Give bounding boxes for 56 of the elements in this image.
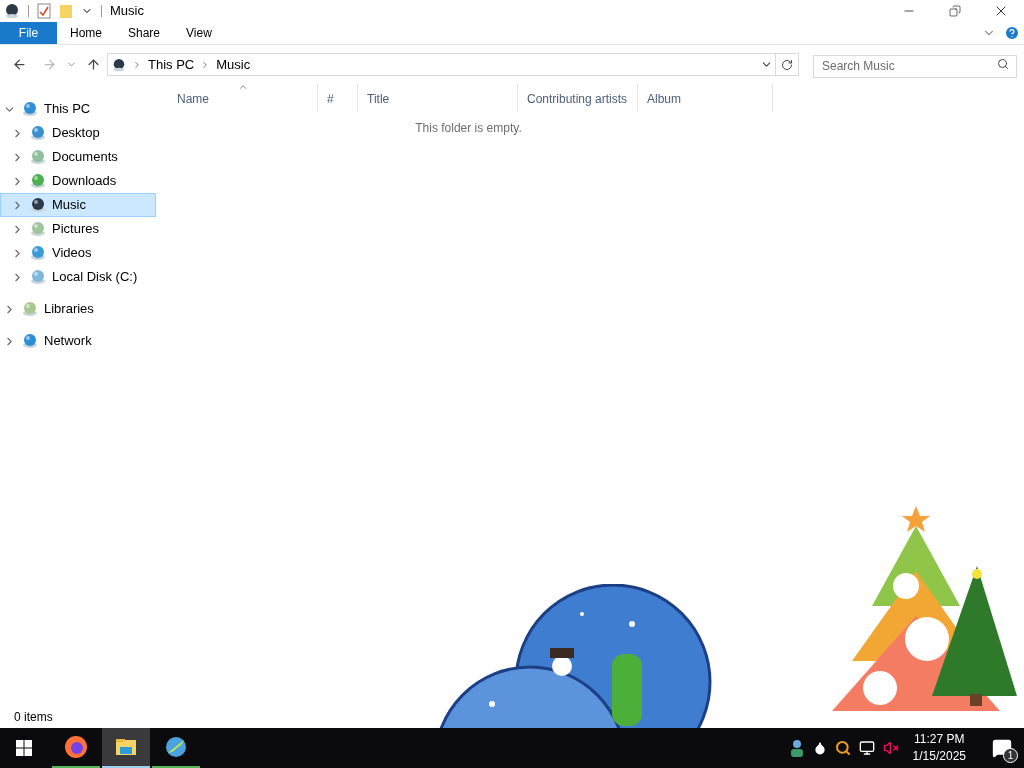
help-icon[interactable] xyxy=(1004,25,1020,41)
empty-folder-message: This folder is empty. xyxy=(415,120,522,137)
tree-item[interactable]: Documents xyxy=(0,145,156,169)
fox-browser-icon xyxy=(64,735,88,759)
breadcrumb-separator-icon xyxy=(132,59,142,70)
ribbon-tab[interactable]: Share xyxy=(115,22,174,44)
notification-count-badge: 1 xyxy=(1003,748,1018,763)
tree-item[interactable]: Desktop xyxy=(0,121,156,145)
music-folder-icon[interactable] xyxy=(4,3,20,19)
folder-globe-icon xyxy=(22,101,38,117)
folder-globe-icon xyxy=(30,125,46,141)
window-title: Music xyxy=(110,2,144,21)
tree-item[interactable]: Libraries xyxy=(0,297,156,321)
tree-item[interactable]: This PC xyxy=(0,97,156,121)
search-field[interactable]: Search Music xyxy=(813,54,1017,78)
folder-globe-icon xyxy=(30,197,46,213)
folder-globe-icon xyxy=(30,173,46,189)
folder-globe-icon xyxy=(30,245,46,261)
column-header[interactable]: Contributing artists xyxy=(518,84,638,112)
column-header[interactable]: Title xyxy=(358,84,518,112)
muted-speaker-icon[interactable] xyxy=(882,740,899,756)
clock[interactable]: 11:27 PM 1/15/2025 xyxy=(906,731,972,765)
folder-globe-icon xyxy=(30,149,46,165)
properties-icon[interactable] xyxy=(37,3,51,19)
refresh-icon[interactable] xyxy=(781,58,793,71)
column-header[interactable]: # xyxy=(318,84,358,112)
folder-globe-icon xyxy=(22,301,38,317)
breadcrumb-item[interactable]: This PC xyxy=(148,54,195,75)
music-folder-icon xyxy=(112,57,126,72)
tree-item[interactable]: Network xyxy=(0,329,156,353)
magnifier-icon[interactable] xyxy=(834,740,851,756)
tree-item[interactable]: Downloads xyxy=(0,169,156,193)
folder-globe-icon xyxy=(30,221,46,237)
tree-item[interactable]: Videos xyxy=(0,241,156,265)
folder-globe-icon xyxy=(22,333,38,349)
globe-icon xyxy=(164,735,188,759)
column-header[interactable]: Name xyxy=(168,84,318,112)
address-bar[interactable]: This PC Music xyxy=(107,53,799,76)
column-header[interactable]: Album xyxy=(638,84,773,112)
tree-item[interactable]: Local Disk (C:) xyxy=(0,265,156,289)
status-item-count: 0 items xyxy=(14,709,53,726)
restore-icon xyxy=(949,5,961,17)
tree-item[interactable]: Music xyxy=(0,193,156,217)
drop-icon[interactable] xyxy=(812,741,827,755)
back-arrow-icon[interactable] xyxy=(12,57,27,72)
taskbar-app-button[interactable] xyxy=(102,728,150,768)
tree-item[interactable]: Pictures xyxy=(0,217,156,241)
network-icon[interactable] xyxy=(858,740,875,756)
ribbon-tab[interactable]: View xyxy=(173,22,225,44)
person-icon[interactable] xyxy=(788,739,805,757)
windows-logo-icon xyxy=(16,740,32,756)
search-icon[interactable] xyxy=(997,58,1009,70)
file-menu-tab[interactable]: File xyxy=(0,22,57,44)
ribbon-tab[interactable]: Home xyxy=(57,22,115,44)
folder-globe-icon xyxy=(30,269,46,285)
breadcrumb-item[interactable]: Music xyxy=(216,54,251,75)
